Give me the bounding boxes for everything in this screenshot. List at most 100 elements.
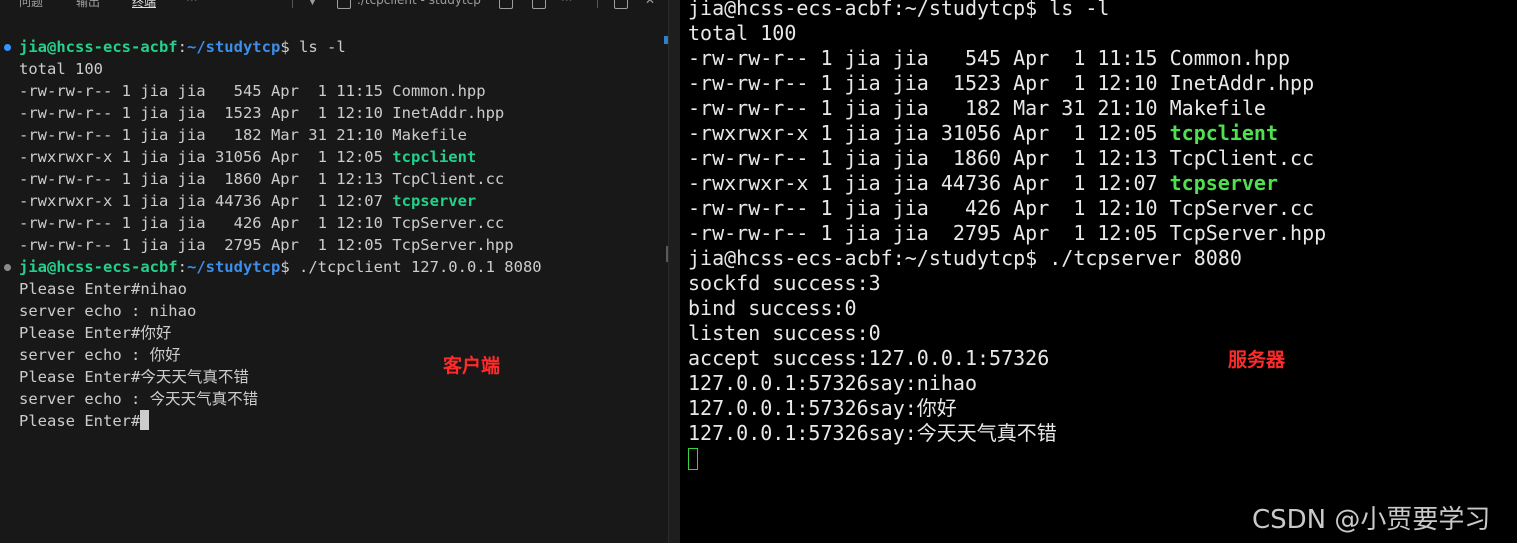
file-name: TcpServer.cc — [392, 214, 505, 232]
file-meta: -rw-rw-r-- 1 jia jia 545 Apr 1 11:15 — [19, 82, 393, 100]
file-meta: -rw-rw-r-- 1 jia jia 1860 Apr 1 12:13 — [19, 170, 393, 188]
chevron-down-icon[interactable]: ▼ — [309, 0, 316, 10]
file-name: TcpClient.cc — [1169, 146, 1315, 170]
file-meta: -rwxrwxr-x 1 jia jia 44736 Apr 1 12:07 — [19, 192, 393, 210]
file-name: InetAddr.hpp — [1169, 71, 1315, 95]
command-text: ./tcpclient 127.0.0.1 8080 — [289, 258, 542, 276]
prompt-line: jia@hcss-ecs-acbf:~/studytcp$ ls -l — [0, 36, 665, 58]
file-name: Common.hpp — [392, 82, 486, 100]
output-text: Please Enter#nihao — [19, 280, 187, 298]
output-text: server echo : nihao — [19, 302, 197, 320]
tab-output[interactable]: 输出 — [76, 0, 100, 9]
terminal-cursor — [688, 448, 698, 470]
file-meta: -rw-rw-r-- 1 jia jia 182 Mar 31 21:10 — [19, 126, 393, 144]
prompt-separator: : — [177, 258, 187, 276]
file-listing-row: -rwxrwxr-x 1 jia jia 31056 Apr 1 12:05 t… — [688, 121, 1326, 146]
file-listing-row: -rwxrwxr-x 1 jia jia 44736 Apr 1 12:07 t… — [0, 190, 665, 212]
input-line — [688, 446, 1326, 471]
tab-terminal[interactable]: 终端 — [132, 0, 157, 9]
terminal-line: Please Enter#你好 — [0, 322, 665, 344]
ssh-terminal-window: jia@hcss-ecs-acbf:~/studytcp$ ls -l total… — [681, 0, 1517, 543]
output-text: 127.0.0.1:57326say:今天天气真不错 — [688, 421, 1057, 445]
file-meta: -rw-rw-r-- 1 jia jia 2795 Apr 1 12:05 — [688, 221, 1170, 245]
prompt-path: ~/studytcp — [186, 38, 281, 56]
file-listing-row: -rwxrwxr-x 1 jia jia 44736 Apr 1 12:07 t… — [688, 171, 1326, 196]
terminal-line: Please Enter#今天天气真不错 — [0, 366, 665, 388]
file-meta: -rw-rw-r-- 1 jia jia 545 Apr 1 11:15 — [688, 46, 1170, 70]
file-listing-row: -rw-rw-r-- 1 jia jia 1523 Apr 1 12:10 In… — [688, 71, 1326, 96]
server-terminal-output[interactable]: jia@hcss-ecs-acbf:~/studytcp$ ls -l total… — [688, 0, 1326, 471]
file-listing-row: -rw-rw-r-- 1 jia jia 2795 Apr 1 12:05 Tc… — [0, 234, 665, 256]
more-tabs-button[interactable]: ··· — [186, 0, 197, 9]
file-listing-row: -rw-rw-r-- 1 jia jia 545 Apr 1 11:15 Com… — [0, 80, 665, 102]
prompt-user-host: jia@hcss-ecs-acbf — [19, 258, 178, 276]
prompt-separator: : — [177, 38, 187, 56]
file-name: Common.hpp — [1169, 46, 1291, 70]
output-text: total 100 — [19, 60, 103, 78]
toolbar-separator — [597, 0, 598, 8]
output-text: accept success:127.0.0.1:57326 — [688, 346, 1050, 370]
command-text: ls -l — [289, 38, 346, 56]
file-name: TcpServer.hpp — [1169, 221, 1327, 245]
close-panel-icon[interactable]: ✕ — [645, 0, 655, 9]
output-text: server echo : 你好 — [19, 346, 181, 364]
prompt-path: ~/studytcp — [186, 258, 281, 276]
terminal-line: total 100 — [688, 21, 1326, 46]
trash-icon[interactable] — [532, 0, 546, 9]
output-text: jia@hcss-ecs-acbf:~/studytcp$ ./tcpserve… — [688, 246, 1242, 270]
output-text: 127.0.0.1:57326say:nihao — [688, 371, 977, 395]
prompt-user-host: jia@hcss-ecs-acbf — [19, 38, 178, 56]
prompt-symbol: $ — [280, 258, 290, 276]
terminal-line: Please Enter#nihao — [0, 278, 665, 300]
tab-problems[interactable]: 问题 — [19, 0, 43, 9]
executable-file-name: tcpserver — [1169, 171, 1279, 195]
more-actions-icon[interactable]: ··· — [561, 0, 572, 9]
terminal-line: bind success:0 — [688, 296, 1326, 321]
file-name: InetAddr.hpp — [392, 104, 505, 122]
client-annotation: 客户端 — [443, 355, 501, 377]
terminal-cursor — [140, 410, 150, 430]
client-terminal-output[interactable]: jia@hcss-ecs-acbf:~/studytcp$ ls -l total… — [0, 36, 665, 432]
input-line: Please Enter# — [0, 410, 665, 432]
file-meta: -rw-rw-r-- 1 jia jia 1523 Apr 1 12:10 — [688, 71, 1170, 95]
file-listing-row: -rw-rw-r-- 1 jia jia 426 Apr 1 12:10 Tcp… — [688, 196, 1326, 221]
terminal-line: jia@hcss-ecs-acbf:~/studytcp$ ./tcpserve… — [688, 246, 1326, 271]
file-meta: -rw-rw-r-- 1 jia jia 426 Apr 1 12:10 — [688, 196, 1170, 220]
input-prompt-text: Please Enter# — [19, 412, 141, 430]
file-meta: -rwxrwxr-x 1 jia jia 31056 Apr 1 12:05 — [19, 148, 393, 166]
terminal-line: listen success:0 — [688, 321, 1326, 346]
output-text: Please Enter#今天天气真不错 — [19, 368, 249, 386]
executable-file-name: tcpclient — [392, 148, 477, 166]
file-meta: -rw-rw-r-- 1 jia jia 182 Mar 31 21:10 — [688, 96, 1170, 120]
toolbar-separator — [292, 0, 293, 8]
prompt-line: jia@hcss-ecs-acbf:~/studytcp$ ./tcpclien… — [0, 256, 665, 278]
panel-divider[interactable] — [668, 0, 680, 543]
file-listing-row: -rw-rw-r-- 1 jia jia 2795 Apr 1 12:05 Tc… — [688, 221, 1326, 246]
file-meta: -rw-rw-r-- 1 jia jia 1860 Apr 1 12:13 — [688, 146, 1170, 170]
output-text: jia@hcss-ecs-acbf:~/studytcp$ ls -l — [688, 0, 1110, 20]
file-listing-row: -rw-rw-r-- 1 jia jia 182 Mar 31 21:10 Ma… — [688, 96, 1326, 121]
output-text: listen success:0 — [688, 321, 881, 345]
terminal-title[interactable]: ./tcpclient - studytcp — [357, 0, 481, 9]
output-text: 127.0.0.1:57326say:你好 — [688, 396, 957, 420]
file-name: TcpServer.cc — [1169, 196, 1315, 220]
file-listing-row: -rw-rw-r-- 1 jia jia 426 Apr 1 12:10 Tcp… — [0, 212, 665, 234]
output-text: bind success:0 — [688, 296, 857, 320]
file-listing-row: -rw-rw-r-- 1 jia jia 1860 Apr 1 12:13 Tc… — [688, 146, 1326, 171]
terminal-icon — [337, 0, 351, 9]
terminal-line: server echo : 今天天气真不错 — [0, 388, 665, 410]
output-text: total 100 — [688, 21, 797, 45]
terminal-line: server echo : nihao — [0, 300, 665, 322]
file-listing-row: -rw-rw-r-- 1 jia jia 545 Apr 1 11:15 Com… — [688, 46, 1326, 71]
output-text: server echo : 今天天气真不错 — [19, 390, 259, 408]
command-status-dot — [4, 44, 11, 51]
executable-file-name: tcpserver — [392, 192, 477, 210]
split-terminal-icon[interactable] — [499, 0, 513, 9]
file-meta: -rw-rw-r-- 1 jia jia 1523 Apr 1 12:10 — [19, 104, 393, 122]
prompt-symbol: $ — [280, 38, 290, 56]
maximize-panel-icon[interactable] — [614, 0, 628, 9]
vscode-terminal-panel: 问题 输出 终端 ··· ▼ ./tcpclient - studytcp ··… — [0, 0, 680, 543]
file-name: Makefile — [392, 126, 467, 144]
file-listing-row: -rwxrwxr-x 1 jia jia 31056 Apr 1 12:05 t… — [0, 146, 665, 168]
file-listing-row: -rw-rw-r-- 1 jia jia 1523 Apr 1 12:10 In… — [0, 102, 665, 124]
